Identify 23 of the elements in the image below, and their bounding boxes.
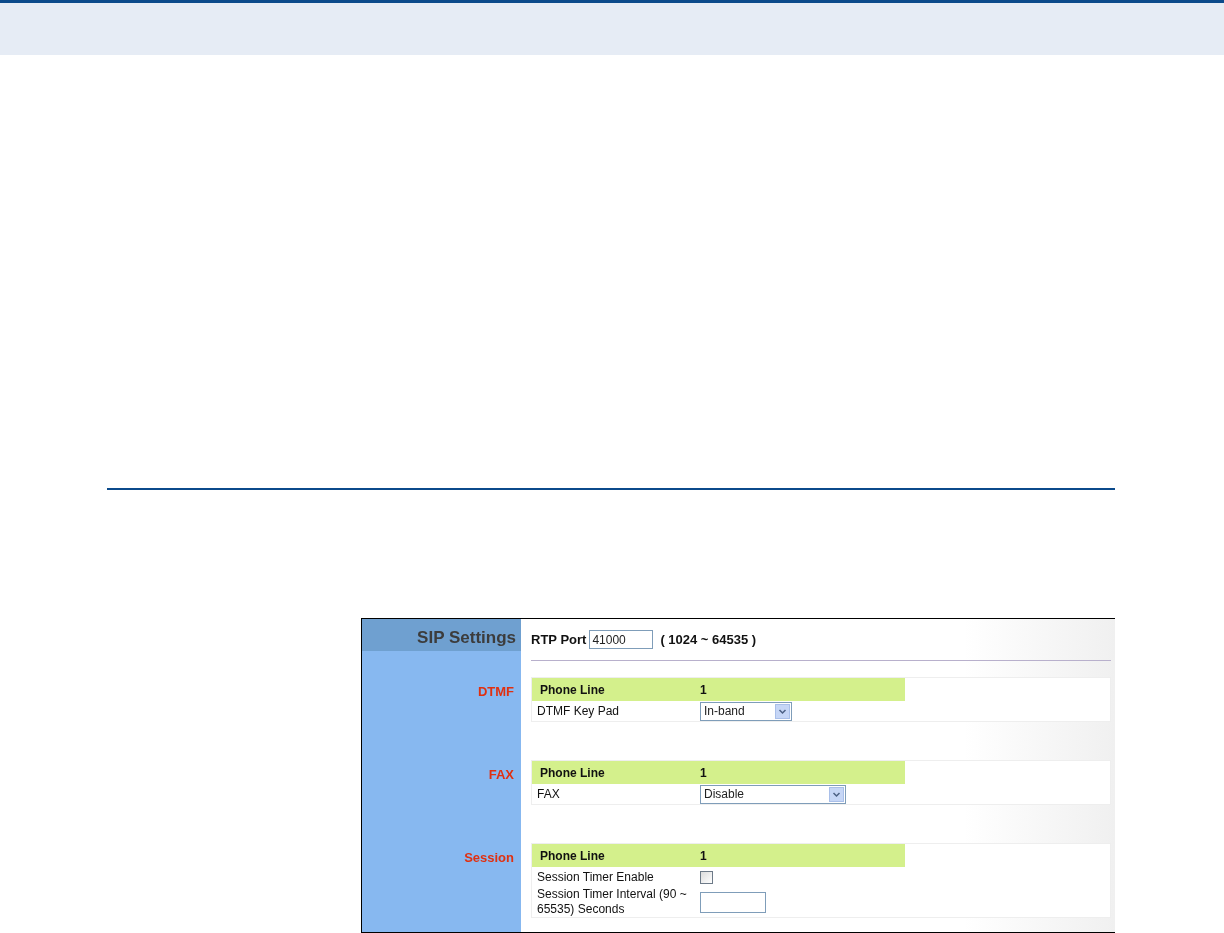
input-field[interactable] <box>700 891 766 913</box>
table-header-label: Phone Line <box>539 681 606 699</box>
table-header-value: 1 <box>700 681 707 699</box>
table-header-value: 1 <box>700 764 707 782</box>
section-label: Session <box>464 850 514 865</box>
table-header-label: Phone Line <box>539 764 606 782</box>
caret-icon <box>775 703 790 719</box>
dropdown[interactable]: Disable <box>700 784 846 804</box>
caret-icon <box>829 786 844 802</box>
section-label: FAX <box>488 767 514 782</box>
field-label: FAX <box>536 786 561 802</box>
section-label: DTMF <box>477 684 514 699</box>
rtp-port-label: RTP Port <box>531 630 587 649</box>
rtp-port-field[interactable]: 41000 <box>589 630 654 649</box>
field-label: Session Timer Interval (90 ~ 65535) Seconds <box>536 887 688 917</box>
table-header-value: 1 <box>700 847 707 865</box>
dropdown[interactable]: In-band <box>700 701 792 721</box>
checkbox[interactable] <box>700 870 713 884</box>
panel-title: SIP Settings <box>362 619 521 651</box>
table-header-label: Phone Line <box>539 847 606 865</box>
field-label: Session Timer Enable <box>536 869 655 885</box>
field-label: DTMF Key Pad <box>536 703 621 719</box>
port-range: ( 1024 ~ 64535 ) <box>660 630 757 649</box>
